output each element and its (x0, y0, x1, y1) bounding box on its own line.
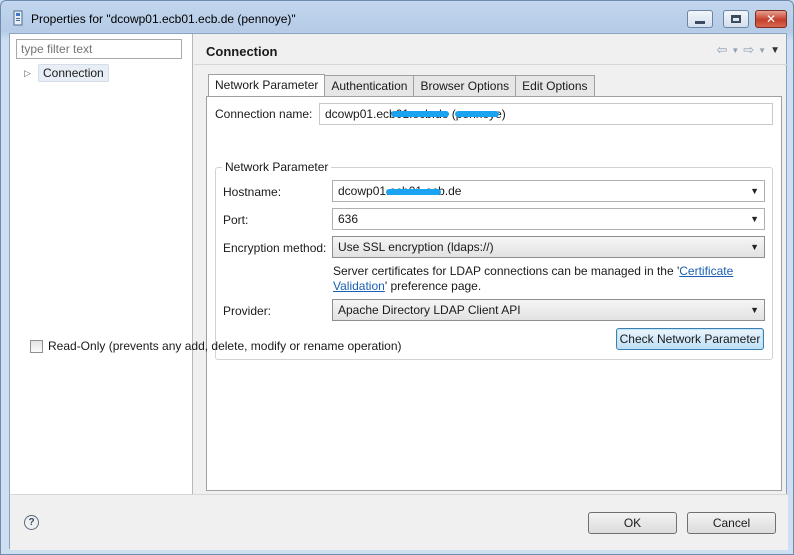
tab-network-parameter[interactable]: Network Parameter (208, 74, 326, 96)
button-bar: ? OK Cancel (10, 494, 788, 550)
tab-bar: Network Parameter Authentication Browser… (208, 74, 595, 96)
network-parameter-panel: Connection name: dcowp01.ecb01.ecb.de (p… (206, 96, 782, 491)
tab-browser-options[interactable]: Browser Options (413, 75, 517, 96)
navigation-pane: ▷ Connection (10, 34, 193, 494)
read-only-checkbox[interactable] (30, 339, 43, 353)
filter-input[interactable] (16, 39, 182, 59)
expand-arrow-icon[interactable]: ▷ (24, 68, 34, 79)
back-dropdown-icon[interactable]: ▼ (731, 46, 739, 55)
redaction-mark (391, 111, 449, 117)
back-arrow-icon[interactable]: ⇦ (716, 42, 727, 58)
chevron-down-icon: ▼ (750, 242, 759, 252)
tab-authentication[interactable]: Authentication (324, 75, 415, 96)
page-title: Connection (206, 44, 278, 59)
ldap-properties-icon (13, 10, 23, 26)
hostname-label: Hostname: (223, 185, 282, 199)
properties-window: Properties for "dcowp01.ecb01.ecb.de (pe… (0, 0, 794, 555)
connection-name-field[interactable]: dcowp01.ecb01.ecb.de (pennoye) (319, 103, 773, 125)
chevron-down-icon[interactable]: ▼ (750, 214, 759, 224)
ok-button[interactable]: OK (588, 512, 677, 534)
tree-item-label: Connection (38, 64, 109, 82)
forward-arrow-icon[interactable]: ⇨ (743, 42, 754, 58)
header-divider (194, 64, 788, 65)
close-button[interactable]: ✕ (755, 10, 787, 28)
properties-page: Connection ⇦ ▼ ⇨ ▼ ▼ Network Parameter A… (194, 34, 788, 494)
chevron-down-icon[interactable]: ▼ (750, 186, 759, 196)
close-icon: ✕ (765, 12, 777, 26)
encryption-value: Use SSL encryption (ldaps://) (338, 240, 494, 254)
certificate-validation-link[interactable]: Validation (333, 279, 385, 293)
read-only-label: Read-Only (prevents any add, delete, mod… (48, 339, 402, 353)
note-text: Server certificates for LDAP connections… (333, 264, 680, 278)
certificate-note: Server certificates for LDAP connections… (333, 264, 763, 294)
provider-select[interactable]: Apache Directory LDAP Client API ▼ (332, 299, 765, 321)
port-value: 636 (338, 212, 359, 226)
network-parameter-group: Network Parameter Hostname: dcowp01.ecb0… (215, 160, 773, 360)
tab-edit-options[interactable]: Edit Options (515, 75, 595, 96)
group-title: Network Parameter (222, 160, 332, 174)
help-icon[interactable]: ? (24, 515, 39, 530)
minimize-icon (695, 20, 705, 24)
maximize-button[interactable] (723, 10, 749, 28)
title-bar[interactable]: Properties for "dcowp01.ecb01.ecb.de (pe… (1, 1, 793, 33)
forward-dropdown-icon[interactable]: ▼ (758, 46, 766, 55)
view-menu-icon[interactable]: ▼ (770, 45, 780, 56)
port-label: Port: (223, 213, 249, 227)
connection-name-label: Connection name: (215, 107, 313, 121)
check-network-parameter-button[interactable]: Check Network Parameter (616, 328, 764, 350)
certificate-validation-link[interactable]: Certificate (679, 264, 733, 278)
cancel-button[interactable]: Cancel (687, 512, 776, 534)
provider-value: Apache Directory LDAP Client API (338, 303, 521, 317)
page-navigation: ⇦ ▼ ⇨ ▼ ▼ (716, 42, 780, 58)
maximize-icon (731, 15, 741, 23)
encryption-label: Encryption method: (223, 241, 327, 255)
tree-item-connection[interactable]: ▷ Connection (24, 64, 109, 82)
redaction-mark (455, 111, 499, 117)
note-text: ' preference page. (384, 279, 482, 293)
provider-label: Provider: (223, 304, 272, 318)
encryption-method-select[interactable]: Use SSL encryption (ldaps://) ▼ (332, 236, 765, 258)
minimize-button[interactable] (687, 10, 713, 28)
window-title: Properties for "dcowp01.ecb01.ecb.de (pe… (31, 12, 296, 26)
port-combo[interactable]: 636 ▼ (332, 208, 765, 230)
redaction-mark (386, 189, 441, 195)
chevron-down-icon: ▼ (750, 305, 759, 315)
read-only-option[interactable]: Read-Only (prevents any add, delete, mod… (30, 339, 402, 353)
dialog-body: ▷ Connection Connection ⇦ ▼ ⇨ ▼ ▼ Networ… (9, 33, 788, 550)
